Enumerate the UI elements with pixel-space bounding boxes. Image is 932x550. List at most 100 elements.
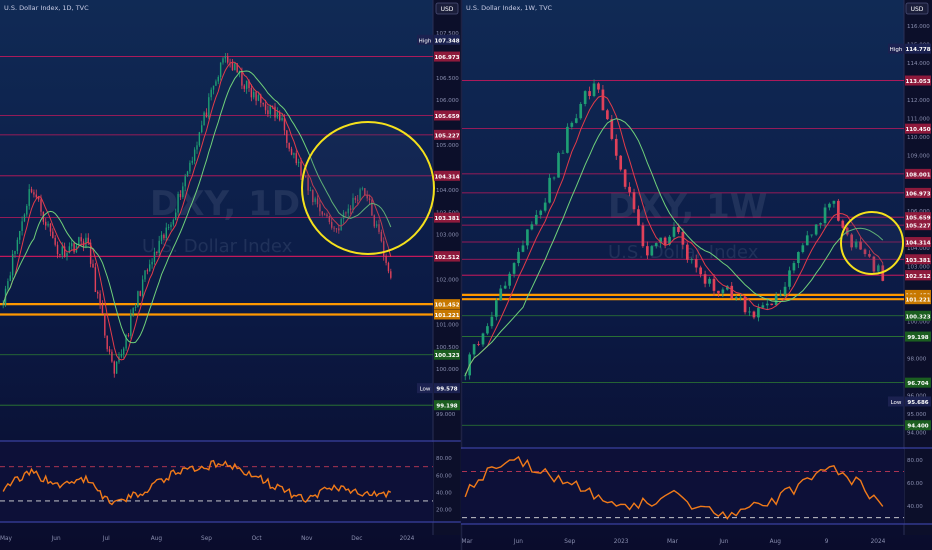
candle-body (250, 88, 253, 98)
price-tick-label: 104.000 (436, 188, 459, 194)
left-chart-panel[interactable]: U.S. Dollar Index, 1D, TVC USD DXY, 1D U… (0, 0, 461, 550)
candle-body (241, 71, 243, 86)
tag-caption: High (890, 47, 903, 53)
candle-body (570, 122, 574, 127)
candle-body (267, 110, 269, 115)
candle-body (19, 230, 21, 240)
candle-body (85, 237, 87, 247)
candle-body (610, 119, 614, 139)
candle-body (597, 83, 600, 90)
candle-body (59, 254, 61, 255)
time-tick-label: Nov (301, 536, 313, 542)
candle-body (770, 303, 774, 306)
candle-body (712, 278, 716, 291)
candle-body (672, 227, 676, 237)
candle-body (123, 348, 125, 354)
price-tag: 99.198 (907, 335, 928, 341)
candle-body (73, 243, 75, 253)
candle-body (21, 221, 23, 231)
candle-body (797, 252, 800, 264)
price-tick-label: 114.000 (907, 61, 930, 67)
price-tag: 104.314 (434, 174, 459, 180)
price-tick-label: 116.000 (907, 24, 930, 30)
right-chart-panel[interactable]: U.S. Dollar Index, 1W, TVC USD DXY, 1W U… (460, 0, 932, 550)
time-tick-label: Jul (102, 536, 110, 542)
candle-body (130, 314, 132, 336)
candle-body (743, 296, 747, 313)
price-tag: 101.221 (905, 298, 930, 304)
candle-body (26, 205, 28, 215)
candle-body (739, 296, 742, 298)
candle-body (295, 153, 297, 164)
candle-body (276, 112, 279, 118)
candle-body (297, 161, 300, 164)
candle-body (650, 246, 654, 256)
candle-body (101, 304, 104, 315)
candle-body (757, 307, 760, 318)
rsi-tick-label: 40.00 (436, 490, 452, 496)
candle-body (628, 186, 631, 193)
candle-body (149, 264, 151, 272)
candle-body (823, 207, 827, 224)
candle-body (814, 224, 818, 235)
candle-body (526, 229, 529, 246)
candle-body (33, 192, 35, 195)
left-highlight-circle (301, 121, 435, 255)
left-currency-label: USD (441, 6, 454, 13)
candle-body (198, 132, 201, 146)
price-tick-label: 101.000 (436, 322, 459, 328)
candle-body (503, 285, 507, 289)
price-tag: 110.450 (905, 127, 930, 133)
candle-body (637, 209, 640, 226)
candle-body (234, 63, 236, 71)
candle-body (227, 56, 229, 63)
candle-body (730, 285, 734, 299)
candle-body (606, 110, 609, 120)
price-tick-label: 110.000 (907, 135, 930, 141)
candle-body (189, 162, 191, 172)
candle-body (217, 76, 219, 82)
candle-body (253, 92, 255, 98)
candle-body (196, 145, 198, 150)
candle-body (293, 153, 295, 155)
price-tick-label: 105.000 (436, 143, 459, 149)
candle-body (530, 224, 534, 230)
candle-body (579, 104, 583, 119)
time-tick-label: Jun (513, 539, 523, 545)
candle-body (828, 203, 831, 208)
candle-body (543, 202, 547, 211)
rsi-tick-label: 20.00 (436, 507, 452, 513)
candle-body (290, 148, 293, 155)
candle-body (734, 297, 738, 299)
candle-body (517, 251, 520, 264)
time-tick-label: Dec (351, 536, 362, 542)
price-tick-label: 106.000 (436, 98, 459, 104)
candle-body (210, 89, 212, 98)
right-currency-button[interactable]: USD (905, 2, 929, 15)
candle-body (619, 155, 623, 170)
tag-caption: High (419, 38, 432, 44)
candle-body (694, 259, 698, 268)
candle-body (14, 250, 16, 254)
candle-body (139, 291, 141, 296)
tag-caption: Low (891, 400, 902, 406)
tag-caption: Low (420, 387, 431, 393)
price-tick-label: 103.000 (436, 233, 459, 239)
left-currency-button[interactable]: USD (435, 2, 459, 15)
candle-body (175, 212, 177, 220)
chart-workspace: U.S. Dollar Index, 1D, TVC USD DXY, 1D U… (0, 0, 932, 550)
candle-body (257, 95, 260, 101)
candle-body (108, 349, 111, 352)
candle-body (508, 273, 511, 286)
candle-body (765, 303, 769, 306)
candle-body (167, 227, 170, 228)
candle-body (646, 246, 649, 256)
candle-body (703, 274, 707, 284)
left-watermark-name: U.S. Dollar Index (142, 236, 293, 257)
candle-body (494, 300, 498, 317)
candle-body (592, 83, 596, 96)
candle-body (708, 278, 711, 284)
candle-body (172, 219, 175, 225)
candle-body (92, 263, 94, 268)
candle-body (245, 80, 248, 89)
